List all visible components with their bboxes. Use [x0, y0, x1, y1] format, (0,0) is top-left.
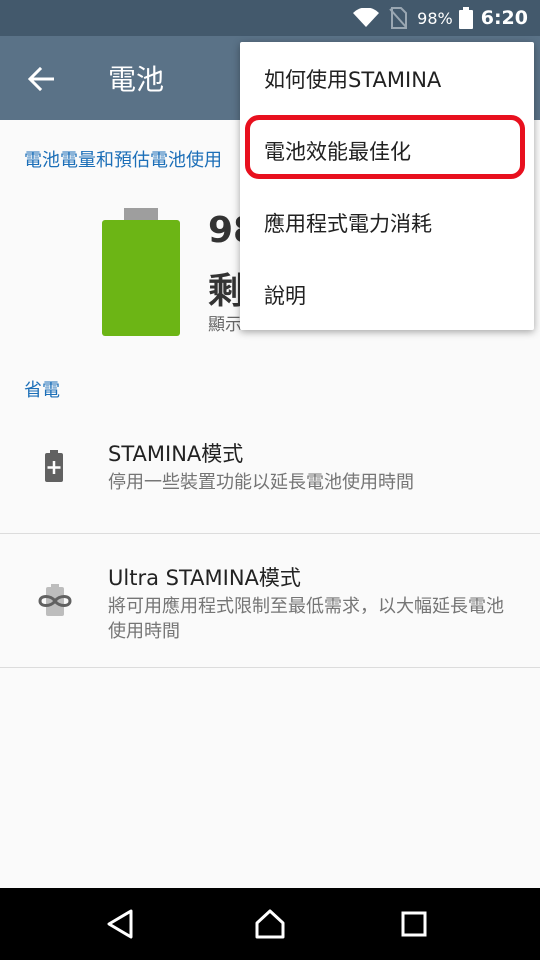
item-title: Ultra STAMINA模式 — [108, 566, 301, 590]
home-icon — [255, 909, 285, 939]
menu-item-label: 說明 — [264, 284, 306, 308]
power-saving-header: 省電 — [24, 380, 60, 401]
highlight-annotation — [245, 115, 525, 179]
back-triangle-icon — [107, 909, 133, 939]
battery-section-header: 電池電量和預估電池使用 — [24, 150, 222, 171]
wifi-icon — [353, 8, 380, 27]
battery-level-graphic — [102, 208, 180, 336]
remaining-time: 剩 — [208, 271, 245, 312]
menu-item-label: 應用程式電力消耗 — [264, 212, 432, 236]
menu-item-app-power-consumption[interactable]: 應用程式電力消耗 — [240, 186, 534, 258]
nav-back-button[interactable] — [98, 902, 142, 946]
status-bar: 98% 6:20 — [0, 0, 540, 36]
page-title: 電池 — [108, 63, 165, 96]
arrow-back-icon — [28, 67, 54, 91]
no-sim-icon — [389, 7, 408, 29]
overflow-menu: 如何使用STAMINA 電池效能最佳化 應用程式電力消耗 說明 — [240, 42, 534, 330]
stamina-mode-item[interactable]: STAMINA模式 停用一些裝置功能以延長電池使用時間 — [0, 412, 540, 532]
menu-item-how-to-use-stamina[interactable]: 如何使用STAMINA — [240, 42, 534, 114]
clock: 6:20 — [480, 7, 528, 29]
menu-item-help[interactable]: 說明 — [240, 258, 534, 330]
ultra-stamina-mode-item[interactable]: Ultra STAMINA模式 將可用應用程式限制至最低需求，以大幅延長電池使用… — [0, 534, 540, 666]
navigation-bar — [0, 888, 540, 960]
item-subtitle: 將可用應用程式限制至最低需求，以大幅延長電池使用時間 — [108, 596, 504, 642]
battery-plus-icon — [45, 450, 63, 482]
nav-recents-button[interactable] — [392, 902, 436, 946]
infinity-battery-icon — [38, 584, 72, 616]
nav-home-button[interactable] — [248, 902, 292, 946]
recents-icon — [401, 911, 427, 937]
battery-percent: 98% — [417, 8, 453, 28]
display-note: 顯示 — [208, 315, 242, 335]
item-subtitle: 停用一些裝置功能以延長電池使用時間 — [108, 472, 414, 493]
menu-item-label: 如何使用STAMINA — [264, 68, 442, 92]
divider — [0, 667, 540, 668]
item-title: STAMINA模式 — [108, 442, 244, 466]
battery-icon — [458, 7, 473, 29]
back-button[interactable] — [16, 54, 66, 104]
